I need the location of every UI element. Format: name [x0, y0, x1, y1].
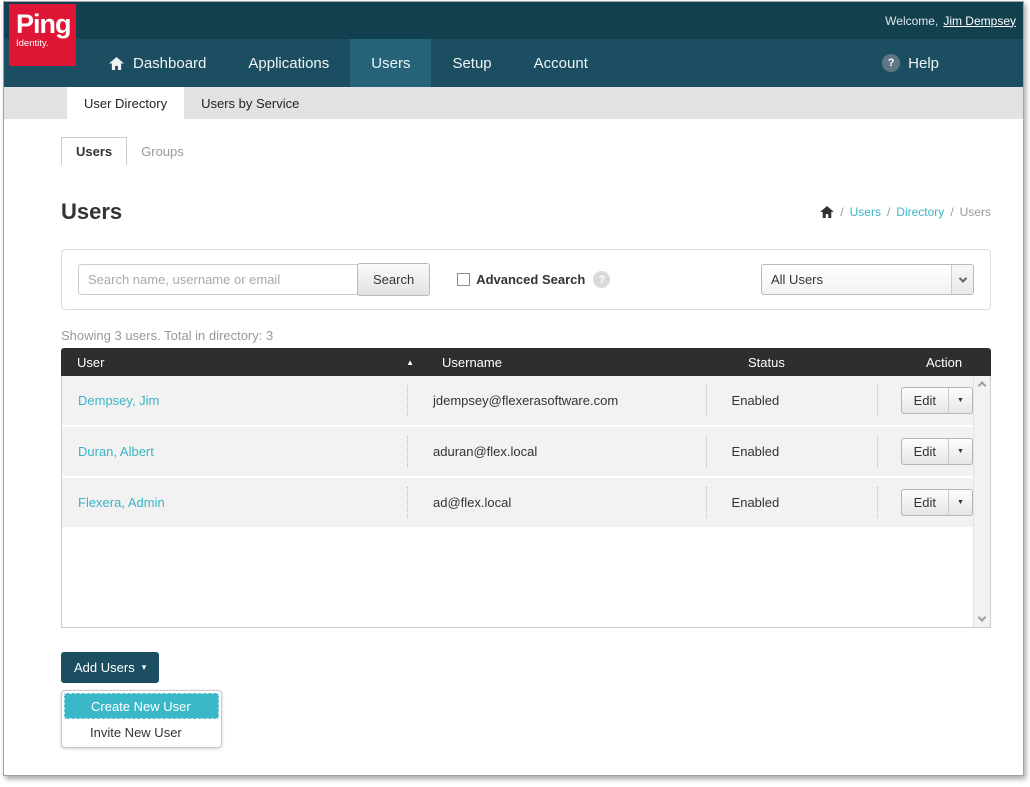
column-header-user[interactable]: User ▲: [61, 355, 416, 370]
status-cell: Enabled: [706, 478, 877, 527]
subtab-label: User Directory: [84, 96, 167, 111]
edit-dropdown-caret-icon[interactable]: ▼: [948, 387, 973, 414]
logo-brand-text: Ping: [16, 11, 76, 38]
ping-identity-logo: Ping Identity.: [9, 4, 76, 66]
table-row: Duran, Albert aduran@flex.local Enabled …: [62, 427, 973, 478]
scroll-down-icon[interactable]: [974, 611, 990, 627]
nav-item-applications[interactable]: Applications: [227, 39, 350, 87]
search-panel: Search Advanced Search ? All Users: [61, 249, 991, 310]
table-body: Dempsey, Jim jdempsey@flexerasoftware.co…: [61, 376, 991, 628]
nav-item-label: Applications: [248, 55, 329, 72]
subtab-label: Users by Service: [201, 96, 299, 111]
breadcrumb-separator: /: [887, 205, 890, 219]
edit-dropdown-caret-icon[interactable]: ▼: [948, 438, 973, 465]
add-users-caret-icon: ▾: [142, 663, 147, 672]
menu-item-invite-new-user[interactable]: Invite New User: [64, 719, 219, 745]
table-header: User ▲ Username Status Action: [61, 348, 991, 376]
user-name-link[interactable]: Flexera, Admin: [78, 495, 165, 510]
advanced-search-help-icon[interactable]: ?: [593, 271, 610, 288]
edit-button[interactable]: Edit: [901, 438, 949, 465]
nav-item-dashboard[interactable]: Dashboard: [88, 39, 227, 87]
nav-item-label: Setup: [452, 55, 491, 72]
user-name-link[interactable]: Dempsey, Jim: [78, 393, 159, 408]
help-label: Help: [908, 55, 939, 72]
tab-groups[interactable]: Groups: [127, 138, 198, 165]
sort-ascending-icon: ▲: [406, 358, 414, 367]
logo-sub-text: Identity.: [16, 38, 76, 49]
main-nav: Dashboard Applications Users Setup Accou…: [4, 39, 1023, 87]
users-filter-select[interactable]: All Users: [761, 264, 974, 295]
edit-dropdown-caret-icon[interactable]: ▼: [948, 489, 973, 516]
breadcrumb-link-directory[interactable]: Directory: [896, 205, 944, 219]
breadcrumb: / Users / Directory / Users: [820, 205, 991, 219]
advanced-search-checkbox[interactable]: [457, 273, 470, 286]
directory-tabs: Users Groups: [61, 137, 1023, 165]
nav-item-users[interactable]: Users: [350, 39, 431, 87]
nav-item-label: Account: [534, 55, 588, 72]
scroll-up-icon[interactable]: [974, 376, 990, 392]
nav-item-setup[interactable]: Setup: [431, 39, 512, 87]
user-name-link[interactable]: Duran, Albert: [78, 444, 154, 459]
tab-user-directory[interactable]: User Directory: [67, 87, 184, 119]
users-filter-value: All Users: [771, 272, 823, 287]
home-icon: [109, 57, 124, 70]
page-title: Users: [61, 199, 122, 225]
nav-item-account[interactable]: Account: [513, 39, 609, 87]
users-table: User ▲ Username Status Action Dempsey, J…: [61, 348, 991, 628]
breadcrumb-separator: /: [950, 205, 953, 219]
username-cell: ad@flex.local: [407, 478, 706, 527]
tab-users[interactable]: Users: [61, 137, 127, 165]
table-scrollbar[interactable]: [973, 376, 990, 627]
table-row: Dempsey, Jim jdempsey@flexerasoftware.co…: [62, 376, 973, 427]
top-bar: Welcome, Jim Dempsey: [4, 2, 1023, 39]
section-tabs: User Directory Users by Service: [4, 87, 1023, 119]
select-chevron-icon: [951, 265, 973, 294]
welcome-label: Welcome,: [885, 14, 938, 28]
column-header-status[interactable]: Status: [722, 355, 897, 370]
add-users-menu: Create New User Invite New User: [61, 690, 222, 748]
edit-button[interactable]: Edit: [901, 489, 949, 516]
add-users-button[interactable]: Add Users ▾: [61, 652, 159, 683]
nav-item-label: Users: [371, 55, 410, 72]
menu-item-create-new-user[interactable]: Create New User: [64, 693, 219, 719]
help-button[interactable]: ? Help: [882, 54, 939, 72]
column-header-action[interactable]: Action: [897, 355, 991, 370]
tab-users-by-service[interactable]: Users by Service: [184, 87, 316, 119]
status-cell: Enabled: [706, 427, 877, 476]
username-cell: jdempsey@flexerasoftware.com: [407, 376, 706, 425]
app-window: Welcome, Jim Dempsey Ping Identity. Dash…: [3, 1, 1024, 776]
results-summary: Showing 3 users. Total in directory: 3: [61, 328, 1023, 343]
breadcrumb-current: Users: [960, 205, 991, 219]
username-cell: aduran@flex.local: [407, 427, 706, 476]
search-input[interactable]: [78, 264, 358, 295]
current-user-link[interactable]: Jim Dempsey: [943, 14, 1016, 28]
status-cell: Enabled: [706, 376, 877, 425]
breadcrumb-link-users[interactable]: Users: [850, 205, 881, 219]
add-users-label: Add Users: [74, 660, 135, 675]
column-header-username[interactable]: Username: [416, 355, 722, 370]
table-row: Flexera, Admin ad@flex.local Enabled Edi…: [62, 478, 973, 529]
search-button[interactable]: Search: [357, 263, 430, 296]
help-icon: ?: [882, 54, 900, 72]
nav-item-label: Dashboard: [133, 55, 206, 72]
breadcrumb-separator: /: [840, 205, 843, 219]
advanced-search-label: Advanced Search: [476, 272, 585, 287]
breadcrumb-home-icon[interactable]: [820, 206, 834, 218]
edit-button[interactable]: Edit: [901, 387, 949, 414]
